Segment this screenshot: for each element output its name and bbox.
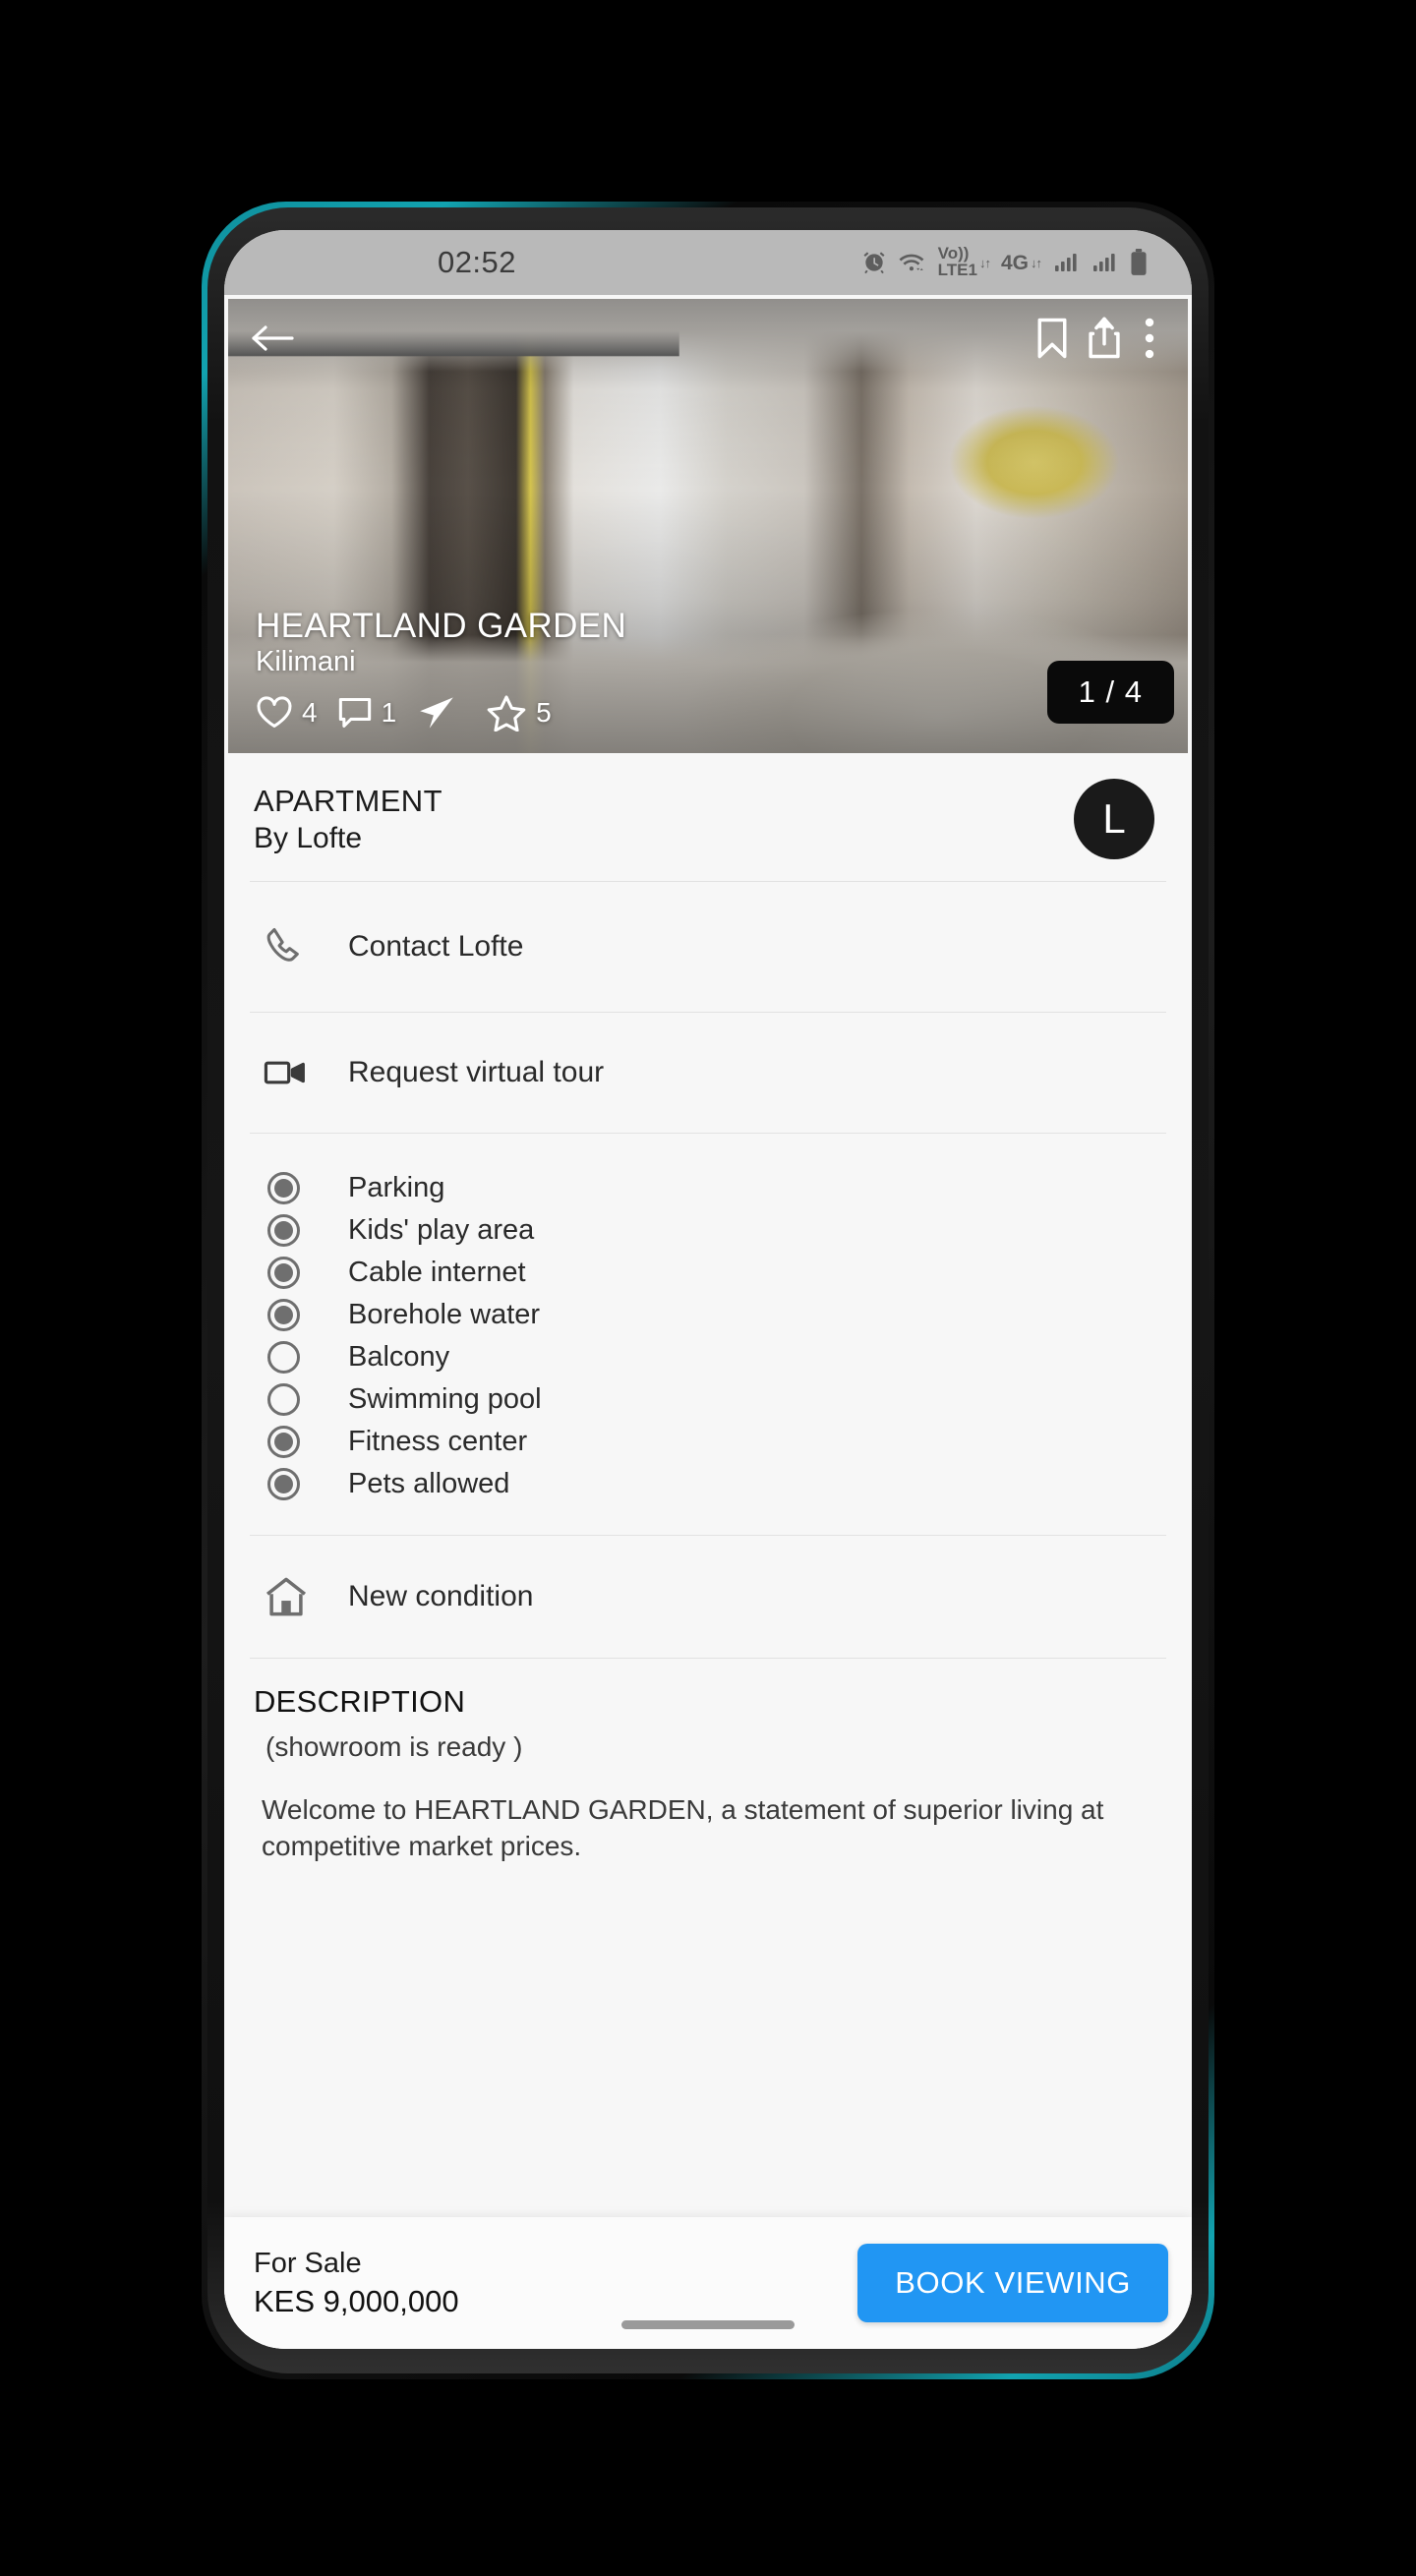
amenity-radio[interactable] xyxy=(254,1299,348,1331)
radio-selected-icon xyxy=(267,1426,300,1458)
listing-header: APARTMENT By Lofte L xyxy=(224,753,1192,881)
screenshot-root: 02:52 Vo)) LTE1 ↓↑ 4G ↓↑ HEARTLAND GARDE… xyxy=(0,0,1416,2576)
radio-selected-icon xyxy=(267,1468,300,1500)
amenity-label: Fitness center xyxy=(348,1426,528,1457)
phone-icon xyxy=(254,925,348,968)
sale-status: For Sale xyxy=(254,2247,362,2279)
amenity-label: Pets allowed xyxy=(348,1468,510,1499)
phone-screen: 02:52 Vo)) LTE1 ↓↑ 4G ↓↑ HEARTLAND GARDE… xyxy=(224,230,1192,2349)
radio-unselected-icon xyxy=(267,1341,300,1374)
network-4g-icon: 4G ↓↑ xyxy=(1000,251,1042,274)
book-viewing-button[interactable]: BOOK VIEWING xyxy=(857,2244,1168,2322)
amenity-label: Swimming pool xyxy=(348,1383,542,1415)
description-heading: DESCRIPTION xyxy=(254,1684,466,1719)
comment-stat[interactable]: 1 xyxy=(337,696,397,730)
rating-count: 5 xyxy=(536,697,552,728)
contact-row[interactable]: Contact Lofte xyxy=(224,882,1192,1012)
status-bar-time: 02:52 xyxy=(437,245,517,279)
radio-selected-icon xyxy=(267,1257,300,1289)
amenity-radio[interactable] xyxy=(254,1257,348,1289)
comment-icon xyxy=(337,696,373,730)
amenity-item[interactable]: Pets allowed xyxy=(254,1463,1162,1505)
amenities-list: Parking Kids' play area Cable internet B… xyxy=(224,1134,1192,1535)
amenity-item[interactable]: Balcony xyxy=(254,1336,1162,1378)
virtual-tour-label: Request virtual tour xyxy=(348,1056,605,1088)
description-section: DESCRIPTION (showroom is ready ) Welcome… xyxy=(224,1659,1192,1865)
amenity-label: Cable internet xyxy=(348,1257,526,1288)
send-stat[interactable] xyxy=(416,695,466,731)
send-icon xyxy=(416,695,457,731)
home-icon xyxy=(254,1575,348,1618)
radio-selected-icon xyxy=(267,1172,300,1204)
hero-image[interactable]: HEARTLAND GARDEN Kilimani 4 1 5 1 / 4 xyxy=(228,299,1188,753)
video-camera-icon xyxy=(254,1057,348,1088)
hero-info-block: HEARTLAND GARDEN Kilimani 4 1 5 xyxy=(256,607,626,732)
amenity-label: Borehole water xyxy=(348,1299,541,1330)
network-arrows-icon: ↓↑ xyxy=(1031,255,1042,270)
heart-icon xyxy=(256,696,293,730)
amenity-label: Kids' play area xyxy=(348,1214,535,1246)
rating-stat[interactable]: 5 xyxy=(486,694,552,732)
bookmark-icon[interactable] xyxy=(1025,317,1080,360)
amenity-radio[interactable] xyxy=(254,1468,348,1500)
arrow-left-icon[interactable] xyxy=(250,320,295,357)
condition-row: New condition xyxy=(224,1536,1192,1658)
like-stat[interactable]: 4 xyxy=(256,696,318,730)
condition-label: New condition xyxy=(348,1580,534,1612)
amenity-radio[interactable] xyxy=(254,1214,348,1247)
battery-icon xyxy=(1129,249,1149,276)
listing-agent: By Lofte xyxy=(254,821,363,854)
amenity-item[interactable]: Cable internet xyxy=(254,1252,1162,1294)
network-4g-label: 4G xyxy=(1000,251,1029,274)
listing-header-text: APARTMENT By Lofte xyxy=(254,784,1074,855)
volte-arrows-icon: ↓↑ xyxy=(978,255,991,270)
signal-bars-1-icon xyxy=(1052,251,1080,274)
more-vertical-icon[interactable] xyxy=(1129,318,1162,359)
hero-title: HEARTLAND GARDEN xyxy=(256,606,627,645)
amenity-item[interactable]: Kids' play area xyxy=(254,1209,1162,1252)
home-indicator-bar[interactable] xyxy=(621,2320,795,2329)
like-count: 4 xyxy=(302,697,318,728)
amenity-label: Balcony xyxy=(348,1341,450,1373)
amenity-item[interactable]: Fitness center xyxy=(254,1421,1162,1463)
status-bar: 02:52 Vo)) LTE1 ↓↑ 4G ↓↑ xyxy=(224,230,1192,295)
amenity-radio[interactable] xyxy=(254,1426,348,1458)
avatar[interactable]: L xyxy=(1074,779,1154,859)
listing-type: APARTMENT xyxy=(254,783,442,818)
amenity-label: Parking xyxy=(348,1172,445,1203)
amenity-radio[interactable] xyxy=(254,1341,348,1374)
amenity-radio[interactable] xyxy=(254,1172,348,1204)
price-value: KES 9,000,000 xyxy=(254,2283,459,2318)
radio-selected-icon xyxy=(267,1299,300,1331)
contact-label: Contact Lofte xyxy=(348,930,524,963)
share-icon[interactable] xyxy=(1080,317,1129,360)
image-counter-badge: 1 / 4 xyxy=(1046,661,1174,724)
amenity-item[interactable]: Parking xyxy=(254,1167,1162,1209)
signal-bars-2-icon xyxy=(1091,251,1118,274)
amenity-item[interactable]: Borehole water xyxy=(254,1294,1162,1336)
price-block: For Sale KES 9,000,000 xyxy=(254,2248,857,2319)
listing-content: APARTMENT By Lofte L Contact Lofte Reque… xyxy=(224,753,1192,2349)
radio-unselected-icon xyxy=(267,1383,300,1416)
description-body: Welcome to HEARTLAND GARDEN, a statement… xyxy=(262,1794,1104,1861)
hero-stats-row: 4 1 5 xyxy=(256,694,626,732)
comment-count: 1 xyxy=(381,697,397,728)
amenity-item[interactable]: Swimming pool xyxy=(254,1378,1162,1421)
description-note: (showroom is ready ) xyxy=(266,1731,523,1762)
amenity-radio[interactable] xyxy=(254,1383,348,1416)
hero-top-toolbar xyxy=(228,317,1188,360)
virtual-tour-row[interactable]: Request virtual tour xyxy=(224,1013,1192,1133)
radio-selected-icon xyxy=(267,1214,300,1247)
hero-subtitle: Kilimani xyxy=(256,646,356,677)
star-icon xyxy=(486,694,527,732)
